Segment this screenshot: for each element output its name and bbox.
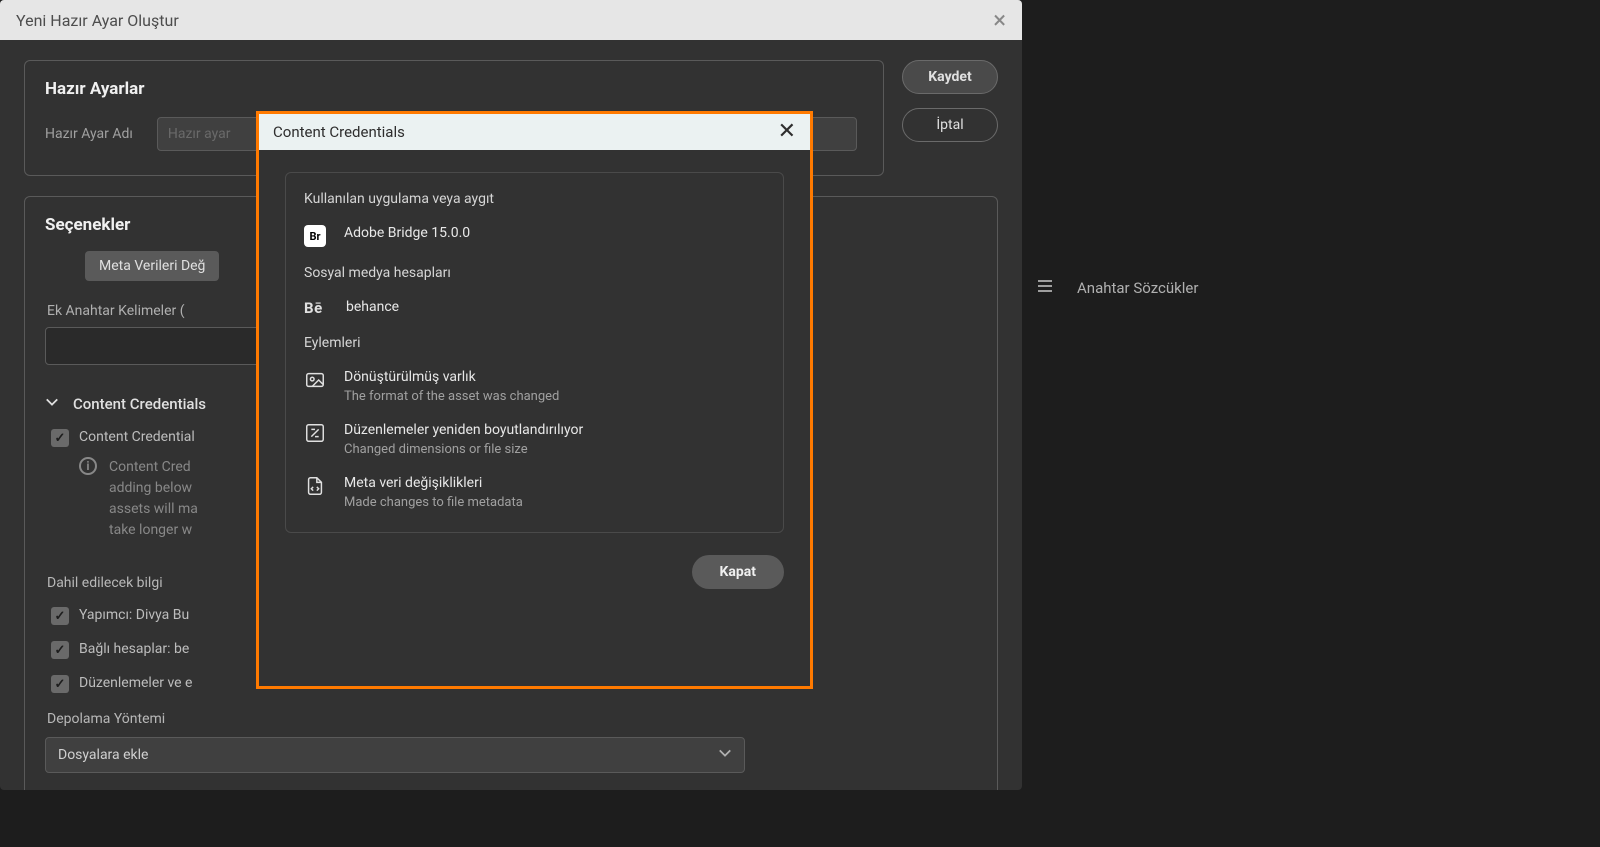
action-desc: Made changes to file metadata <box>344 495 523 510</box>
cc-heading: Content Credentials <box>73 395 206 413</box>
modal-body: Kullanılan uygulama veya aygıt Br Adobe … <box>259 150 810 611</box>
used-app-label: Kullanılan uygulama veya aygıt <box>304 191 765 207</box>
file-code-icon <box>304 475 326 497</box>
menu-icon[interactable] <box>1037 278 1053 298</box>
storage-value: Dosyalara ekle <box>58 747 148 763</box>
action-desc: The format of the asset was changed <box>344 389 559 404</box>
modal-actions: Kapat <box>285 555 784 589</box>
action-metadata-row: Meta veri değişiklikleri Made changes to… <box>304 475 765 510</box>
close-icon[interactable]: × <box>993 8 1006 32</box>
resize-icon <box>304 422 326 444</box>
checkbox-icon: ✓ <box>51 641 69 659</box>
preset-name-label: Hazır Ayar Adı <box>45 126 133 142</box>
modal-title: Content Credentials <box>273 123 405 141</box>
behance-icon: Bē <box>304 299 328 317</box>
action-title: Düzenlemeler yeniden boyutlandırılıyor <box>344 422 583 438</box>
modal-card: Kullanılan uygulama veya aygıt Br Adobe … <box>285 172 784 533</box>
close-icon[interactable]: ✕ <box>778 121 796 143</box>
social-label: Sosyal medya hesapları <box>304 265 765 281</box>
dialog-title: Yeni Hazır Ayar Oluştur <box>16 11 179 30</box>
used-app-row: Br Adobe Bridge 15.0.0 <box>304 225 765 247</box>
behance-row: Bē behance <box>304 299 765 317</box>
image-icon <box>304 369 326 391</box>
keywords-panel-header: Anahtar Sözcükler <box>1025 278 1198 298</box>
presets-legend: Hazır Ayarlar <box>45 79 863 99</box>
cc-info-text: Content Cred adding below assets will ma… <box>109 457 198 541</box>
dialog-buttons: Kaydet İptal <box>902 60 998 142</box>
chevron-down-icon <box>718 746 732 764</box>
save-button[interactable]: Kaydet <box>902 60 998 94</box>
modal-titlebar: Content Credentials ✕ <box>259 114 810 150</box>
edits-label: Düzenlemeler ve e <box>79 675 192 691</box>
used-app-name: Adobe Bridge 15.0.0 <box>344 225 470 241</box>
checkbox-icon: ✓ <box>51 675 69 693</box>
info-icon: i <box>79 457 97 475</box>
action-desc: Changed dimensions or file size <box>344 442 583 457</box>
producer-label: Yapımcı: Divya Bu <box>79 607 189 623</box>
keywords-title: Anahtar Sözcükler <box>1077 279 1198 297</box>
action-title: Meta veri değişiklikleri <box>344 475 523 491</box>
action-convert-row: Dönüştürülmüş varlık The format of the a… <box>304 369 765 404</box>
content-credentials-modal: Content Credentials ✕ Kullanılan uygulam… <box>256 111 813 689</box>
storage-select[interactable]: Dosyalara ekle <box>45 737 745 773</box>
close-button[interactable]: Kapat <box>692 555 785 589</box>
linked-accounts-label: Bağlı hesaplar: be <box>79 641 189 657</box>
behance-name: behance <box>346 299 399 315</box>
cc-apply-label: Content Credential <box>79 429 195 445</box>
cancel-button[interactable]: İptal <box>902 108 998 142</box>
actions-label: Eylemleri <box>304 335 765 351</box>
bridge-icon: Br <box>304 225 326 247</box>
action-title: Dönüştürülmüş varlık <box>344 369 559 385</box>
checkbox-icon: ✓ <box>51 429 69 447</box>
dialog-titlebar: Yeni Hazır Ayar Oluştur × <box>0 0 1022 40</box>
chevron-down-icon <box>45 395 59 413</box>
storage-label: Depolama Yöntemi <box>45 711 977 727</box>
checkbox-icon: ✓ <box>51 607 69 625</box>
action-resize-row: Düzenlemeler yeniden boyutlandırılıyor C… <box>304 422 765 457</box>
metadata-chip[interactable]: Meta Verileri Değ <box>85 251 219 281</box>
